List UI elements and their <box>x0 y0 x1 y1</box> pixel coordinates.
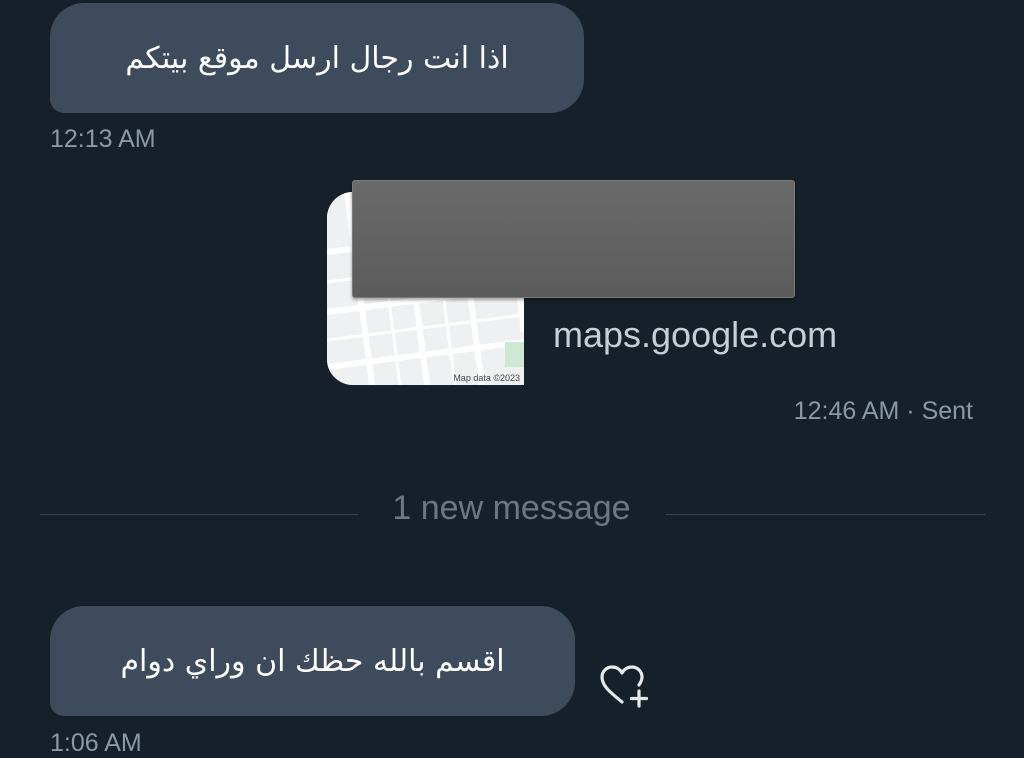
link-domain[interactable]: maps.google.com <box>553 314 837 356</box>
received-message-bubble[interactable]: اقسم بالله حظك ان وراي دوام <box>50 606 575 716</box>
sent-timestamp: 12:46 AM · Sent <box>793 397 973 425</box>
redaction-block <box>352 180 795 298</box>
divider-line <box>665 514 985 515</box>
message-timestamp: 12:13 AM <box>50 125 156 153</box>
message-text: اذا انت رجال ارسل موقع بيتكم <box>125 40 509 76</box>
heart-plus-icon[interactable] <box>600 664 652 708</box>
received-message-bubble[interactable]: اذا انت رجال ارسل موقع بيتكم <box>50 3 584 113</box>
message-text: اقسم بالله حظك ان وراي دوام <box>120 643 505 679</box>
message-timestamp: 1:06 AM <box>50 729 142 757</box>
map-credit: Map data ©2023 <box>453 373 520 383</box>
divider-line <box>40 514 358 515</box>
new-message-divider: 1 new message <box>392 489 631 527</box>
